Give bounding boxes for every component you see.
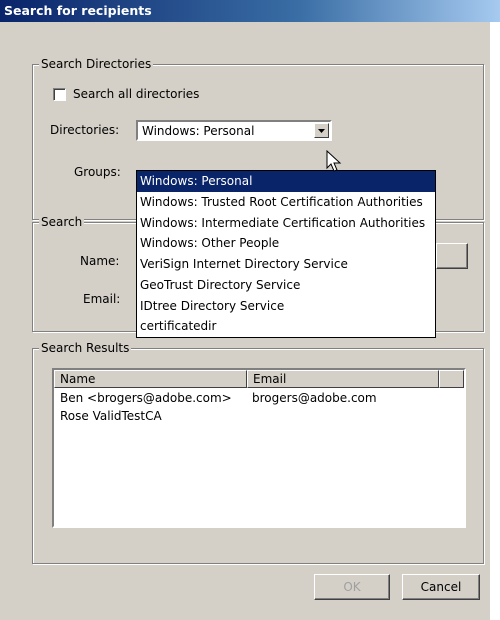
dropdown-option[interactable]: VeriSign Internet Directory Service	[137, 254, 435, 275]
result-row-name[interactable]: Ben <brogers@adobe.com>	[60, 390, 232, 406]
dropdown-option[interactable]: certificatedir	[137, 316, 435, 337]
cancel-button-label: Cancel	[420, 580, 462, 594]
directories-label: Directories:	[50, 123, 120, 137]
search-button[interactable]	[436, 243, 468, 269]
column-header-name[interactable]: Name	[54, 370, 247, 388]
search-all-label: Search all directories	[73, 87, 200, 101]
directories-dropdown-button[interactable]	[314, 123, 329, 138]
groups-label: Groups:	[74, 165, 121, 179]
window-title: Search for recipients	[4, 3, 152, 18]
dropdown-option[interactable]: Windows: Other People	[137, 233, 435, 254]
directories-combobox[interactable]: Windows: Personal	[136, 120, 332, 141]
name-label: Name:	[80, 254, 120, 268]
dropdown-option[interactable]: Windows: Trusted Root Certification Auth…	[137, 192, 435, 213]
search-all-checkbox[interactable]	[53, 88, 66, 101]
directories-selected-value: Windows: Personal	[142, 124, 255, 138]
email-label: Email:	[83, 292, 121, 306]
result-row-email[interactable]: brogers@adobe.com	[252, 390, 377, 406]
result-row-name[interactable]: Rose ValidTestCA	[60, 408, 162, 424]
column-header-email[interactable]: Email	[247, 370, 439, 388]
title-bar: Search for recipients	[0, 0, 500, 22]
search-legend: Search	[39, 214, 85, 230]
dropdown-option[interactable]: Windows: Personal	[137, 171, 435, 192]
mouse-cursor-icon	[326, 149, 344, 177]
dropdown-option[interactable]: IDtree Directory Service	[137, 296, 435, 317]
dropdown-option[interactable]: Windows: Intermediate Certification Auth…	[137, 213, 435, 234]
ok-button[interactable]: OK	[314, 574, 390, 600]
dropdown-option[interactable]: GeoTrust Directory Service	[137, 275, 435, 296]
directories-dropdown-list: Windows: Personal Windows: Trusted Root …	[136, 170, 436, 338]
ok-button-label: OK	[343, 580, 361, 594]
search-results-legend: Search Results	[39, 340, 132, 356]
chevron-down-icon	[318, 128, 325, 133]
column-header-filler	[439, 370, 464, 388]
search-directories-legend: Search Directories	[39, 56, 154, 72]
results-list[interactable]: Name Email Ben <brogers@adobe.com> broge…	[52, 368, 466, 528]
dialog-body: Search Directories Search all directorie…	[0, 22, 500, 620]
cancel-button[interactable]: Cancel	[402, 574, 480, 600]
